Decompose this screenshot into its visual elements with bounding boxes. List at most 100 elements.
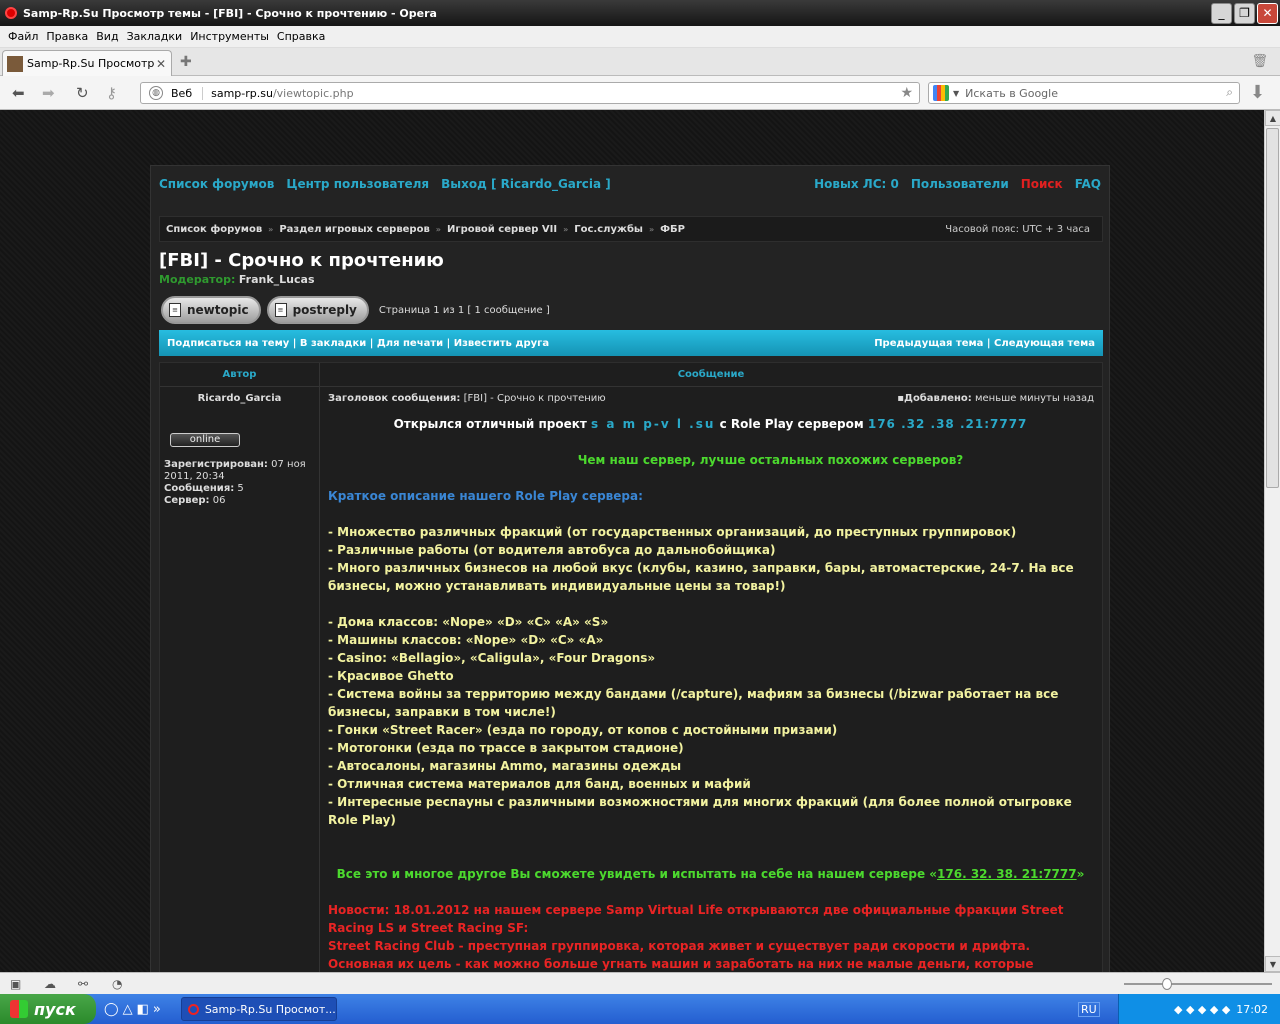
trash-icon[interactable]: 🗑	[1251, 54, 1268, 69]
key-icon[interactable]: ⚷	[106, 84, 117, 102]
topic-actions-left[interactable]: Подписаться на тему | В закладки | Для п…	[167, 338, 549, 349]
download-icon[interactable]: ⬇	[1250, 82, 1265, 103]
new-tab-icon[interactable]: ✚	[180, 54, 192, 70]
opera-launch-icon[interactable]: ◯	[104, 1002, 119, 1017]
list-item: - Дома классов: «Nope» «D» «C» «A» «S»	[328, 615, 609, 629]
vertical-scrollbar[interactable]: ▲ ▼	[1264, 110, 1280, 972]
list-item: - Система войны за территорию между банд…	[328, 687, 1059, 719]
windows-logo-icon	[10, 1000, 28, 1018]
registered-label: Зарегистрирован:	[164, 459, 268, 470]
opera-icon	[5, 7, 17, 19]
nav-user-center[interactable]: Центр пользователя	[286, 177, 429, 191]
list-item: - Автосалоны, магазины Ammo, магазины од…	[328, 759, 682, 773]
subject-label: Заголовок сообщения:	[328, 393, 461, 404]
close-tab-icon[interactable]: ✕	[156, 57, 166, 71]
maximize-button[interactable]: ❐	[1234, 3, 1255, 24]
posts-value: 5	[237, 483, 244, 494]
nav-users[interactable]: Пользователи	[911, 177, 1009, 191]
chevron-down-icon[interactable]: ▼	[953, 89, 959, 98]
post-table: Автор Сообщение Ricardo_Garcia online За…	[159, 362, 1103, 972]
opera-icon	[187, 1003, 199, 1015]
scroll-down-icon[interactable]: ▼	[1265, 956, 1280, 972]
added-value: меньше минуты назад	[974, 393, 1094, 404]
cloud-icon[interactable]: ☁	[44, 977, 56, 991]
site-link[interactable]: s a m p-v l .su	[591, 417, 715, 431]
posts-label: Сообщения:	[164, 483, 235, 494]
crumb-fbr[interactable]: ФБР	[660, 224, 685, 235]
url-path: /viewtopic.php	[272, 86, 354, 100]
more-launch-icon[interactable]: »	[153, 1002, 161, 1017]
post-line-intro: Открылся отличный проект s a m p-v l .su…	[328, 415, 1093, 433]
moderator-name[interactable]: Frank_Lucas	[239, 273, 315, 286]
topic-actions-right[interactable]: Предыдущая тема | Следующая тема	[874, 338, 1095, 349]
zoom-slider-knob[interactable]	[1162, 978, 1172, 990]
closing-ip-link[interactable]: 176. 32. 38. 21:7777	[937, 867, 1077, 881]
nav-logout[interactable]: Выход [ Ricardo_Garcia ]	[441, 177, 611, 191]
nav-search[interactable]: Поиск	[1021, 177, 1063, 191]
start-button[interactable]: пуск	[0, 994, 96, 1024]
post-icon[interactable]: ▪	[897, 393, 904, 404]
system-tray: ◆ ◆ ◆ ◆ ◆ 17:02	[1118, 994, 1280, 1024]
list-item: - Красивое Ghetto	[328, 669, 454, 683]
taskbar-opera-window[interactable]: Samp-Rp.Su Просмот...	[180, 997, 337, 1021]
list-item: - Различные работы (от водителя автобуса…	[328, 543, 776, 557]
search-icon[interactable]: ⌕	[1226, 85, 1233, 100]
page-title[interactable]: [FBI] - Срочно к прочтению	[159, 250, 444, 271]
nav-faq[interactable]: FAQ	[1075, 177, 1101, 191]
minimize-button[interactable]: _	[1211, 3, 1232, 24]
list-item: - Интересные респауны с различными возмо…	[328, 795, 1072, 827]
reload-icon[interactable]: ↻	[76, 84, 89, 102]
tab-label: Samp-Rp.Su Просмотр т...	[27, 57, 156, 70]
post-subject: Заголовок сообщения: [FBI] - Срочно к пр…	[328, 393, 606, 404]
close-button[interactable]: ✕	[1257, 3, 1278, 24]
document-icon: ≡	[169, 303, 181, 317]
menu-edit[interactable]: Правка	[46, 30, 88, 43]
menu-help[interactable]: Справка	[277, 30, 325, 43]
new-topic-button[interactable]: ≡ newtopic	[161, 296, 261, 324]
crumb-game-servers[interactable]: Раздел игровых серверов	[279, 224, 429, 235]
closing-text-end: »	[1076, 867, 1085, 881]
address-field[interactable]: ◍ Веб samp-rp.su/viewtopic.php ★	[140, 82, 920, 104]
url-text[interactable]: samp-rp.su/viewtopic.php	[211, 87, 353, 100]
tab-bar: Samp-Rp.Su Просмотр т... ✕ ✚ 🗑	[0, 48, 1280, 76]
speed-icon[interactable]: ◔	[112, 977, 122, 991]
scrollbar-thumb[interactable]	[1266, 128, 1279, 488]
search-field[interactable]: ▼ Искать в Google ⌕	[928, 82, 1240, 104]
server-label: Сервер:	[164, 495, 210, 506]
browser-tab[interactable]: Samp-Rp.Su Просмотр т... ✕	[2, 50, 172, 76]
forward-icon[interactable]: ➡	[42, 84, 55, 102]
post-news: Новости: 18.01.2012 на нашем сервере Sam…	[328, 903, 1064, 935]
crumb-gov[interactable]: Гос.службы	[574, 224, 643, 235]
moderator-label: Модератор:	[159, 273, 236, 286]
nav-forum-list[interactable]: Список форумов	[159, 177, 274, 191]
clock: 17:02	[1236, 1002, 1268, 1016]
nav-new-pm[interactable]: Новых ЛС: 0	[814, 177, 899, 191]
col-message-header: Сообщение	[677, 369, 745, 380]
scroll-up-icon[interactable]: ▲	[1265, 110, 1280, 126]
back-icon[interactable]: ⬅	[12, 84, 25, 102]
closing-text: Все это и многое другое Вы сможете увиде…	[336, 867, 938, 881]
crumb-separator-icon: »	[268, 224, 274, 234]
post-reply-button[interactable]: ≡ postreply	[266, 296, 369, 324]
zoom-slider[interactable]	[1124, 983, 1272, 985]
feature-list-2: - Дома классов: «Nope» «D» «C» «A» «S» -…	[328, 613, 1093, 829]
warning-launch-icon[interactable]: △	[123, 1002, 133, 1017]
post-author[interactable]: Ricardo_Garcia	[160, 393, 319, 404]
topic-actions-bar: Подписаться на тему | В закладки | Для п…	[159, 330, 1103, 356]
share-icon[interactable]: ⚯	[78, 977, 88, 991]
panel-toggle-icon[interactable]: ▣	[10, 977, 21, 991]
app-launch-icon[interactable]: ◧	[137, 1002, 149, 1017]
language-indicator[interactable]: RU	[1078, 1002, 1100, 1017]
menu-file[interactable]: Файл	[8, 30, 38, 43]
new-topic-label: newtopic	[187, 303, 249, 317]
crumb-forum-list[interactable]: Список форумов	[166, 224, 262, 235]
crumb-server-vii[interactable]: Игровой сервер VII	[447, 224, 557, 235]
google-icon	[933, 85, 949, 101]
menu-bookmarks[interactable]: Закладки	[127, 30, 183, 43]
menu-view[interactable]: Вид	[96, 30, 118, 43]
page-info: Страница 1 из 1 [ 1 сообщение ]	[378, 304, 550, 316]
menu-tools[interactable]: Инструменты	[190, 30, 269, 43]
post-table-header: Автор Сообщение	[160, 363, 1102, 387]
bookmark-star-icon[interactable]: ★	[900, 85, 913, 101]
tray-icons[interactable]: ◆ ◆ ◆ ◆ ◆	[1174, 1003, 1230, 1016]
